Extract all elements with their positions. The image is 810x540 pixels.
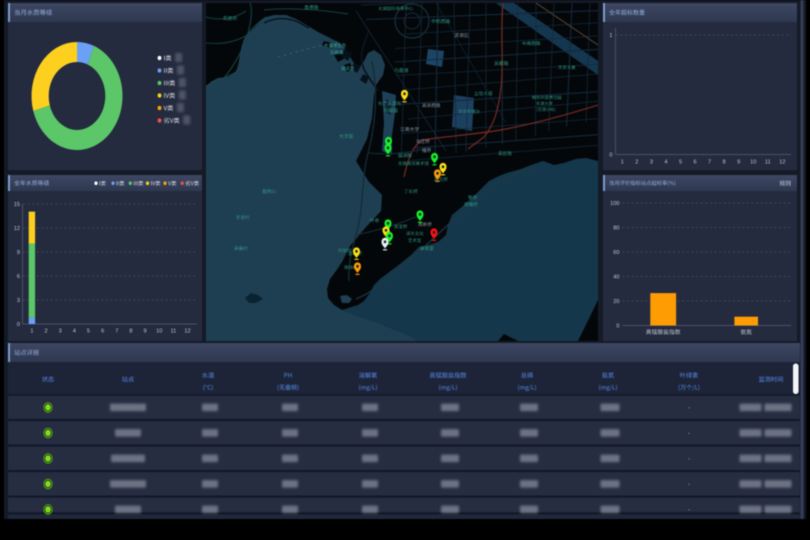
svg-text:9: 9 bbox=[737, 160, 740, 166]
svg-text:10: 10 bbox=[750, 160, 756, 166]
svg-text:-: - bbox=[688, 405, 690, 412]
svg-text:1: 1 bbox=[609, 33, 612, 39]
svg-text:11: 11 bbox=[765, 160, 771, 166]
svg-text:3: 3 bbox=[59, 329, 62, 335]
svg-text:10: 10 bbox=[156, 329, 162, 335]
svg-text:1: 1 bbox=[30, 329, 33, 335]
svg-text:12: 12 bbox=[184, 329, 190, 335]
svg-text:-: - bbox=[688, 507, 690, 514]
svg-text:0: 0 bbox=[609, 153, 612, 159]
svg-text:9: 9 bbox=[17, 250, 20, 256]
svg-text:4: 4 bbox=[73, 329, 76, 335]
svg-text:8: 8 bbox=[723, 160, 726, 166]
svg-text:12: 12 bbox=[779, 160, 785, 166]
svg-text:5: 5 bbox=[679, 160, 682, 166]
svg-text:-: - bbox=[688, 481, 690, 488]
svg-text:4: 4 bbox=[664, 160, 667, 166]
svg-text:20: 20 bbox=[613, 299, 619, 305]
svg-text:5: 5 bbox=[87, 329, 90, 335]
svg-text:7: 7 bbox=[708, 160, 711, 166]
svg-text:80: 80 bbox=[613, 226, 619, 232]
svg-text:0: 0 bbox=[616, 324, 619, 330]
svg-text:3: 3 bbox=[650, 160, 653, 166]
svg-text:-: - bbox=[688, 430, 690, 437]
svg-text:40: 40 bbox=[613, 275, 619, 281]
svg-text:8: 8 bbox=[129, 329, 132, 335]
svg-text:3: 3 bbox=[17, 298, 20, 304]
svg-text:12: 12 bbox=[14, 226, 20, 232]
svg-text:2: 2 bbox=[44, 329, 47, 335]
svg-text:9: 9 bbox=[143, 329, 146, 335]
svg-text:0: 0 bbox=[17, 322, 20, 328]
svg-text:11: 11 bbox=[170, 329, 176, 335]
svg-text:-: - bbox=[688, 456, 690, 463]
svg-text:15: 15 bbox=[14, 202, 20, 208]
svg-text:7: 7 bbox=[115, 329, 118, 335]
svg-text:6: 6 bbox=[693, 160, 696, 166]
svg-text:6: 6 bbox=[17, 274, 20, 280]
svg-text:1: 1 bbox=[621, 160, 624, 166]
svg-text:100: 100 bbox=[610, 201, 619, 207]
svg-text:60: 60 bbox=[613, 250, 619, 256]
svg-text:2: 2 bbox=[635, 160, 638, 166]
svg-text:6: 6 bbox=[101, 329, 104, 335]
